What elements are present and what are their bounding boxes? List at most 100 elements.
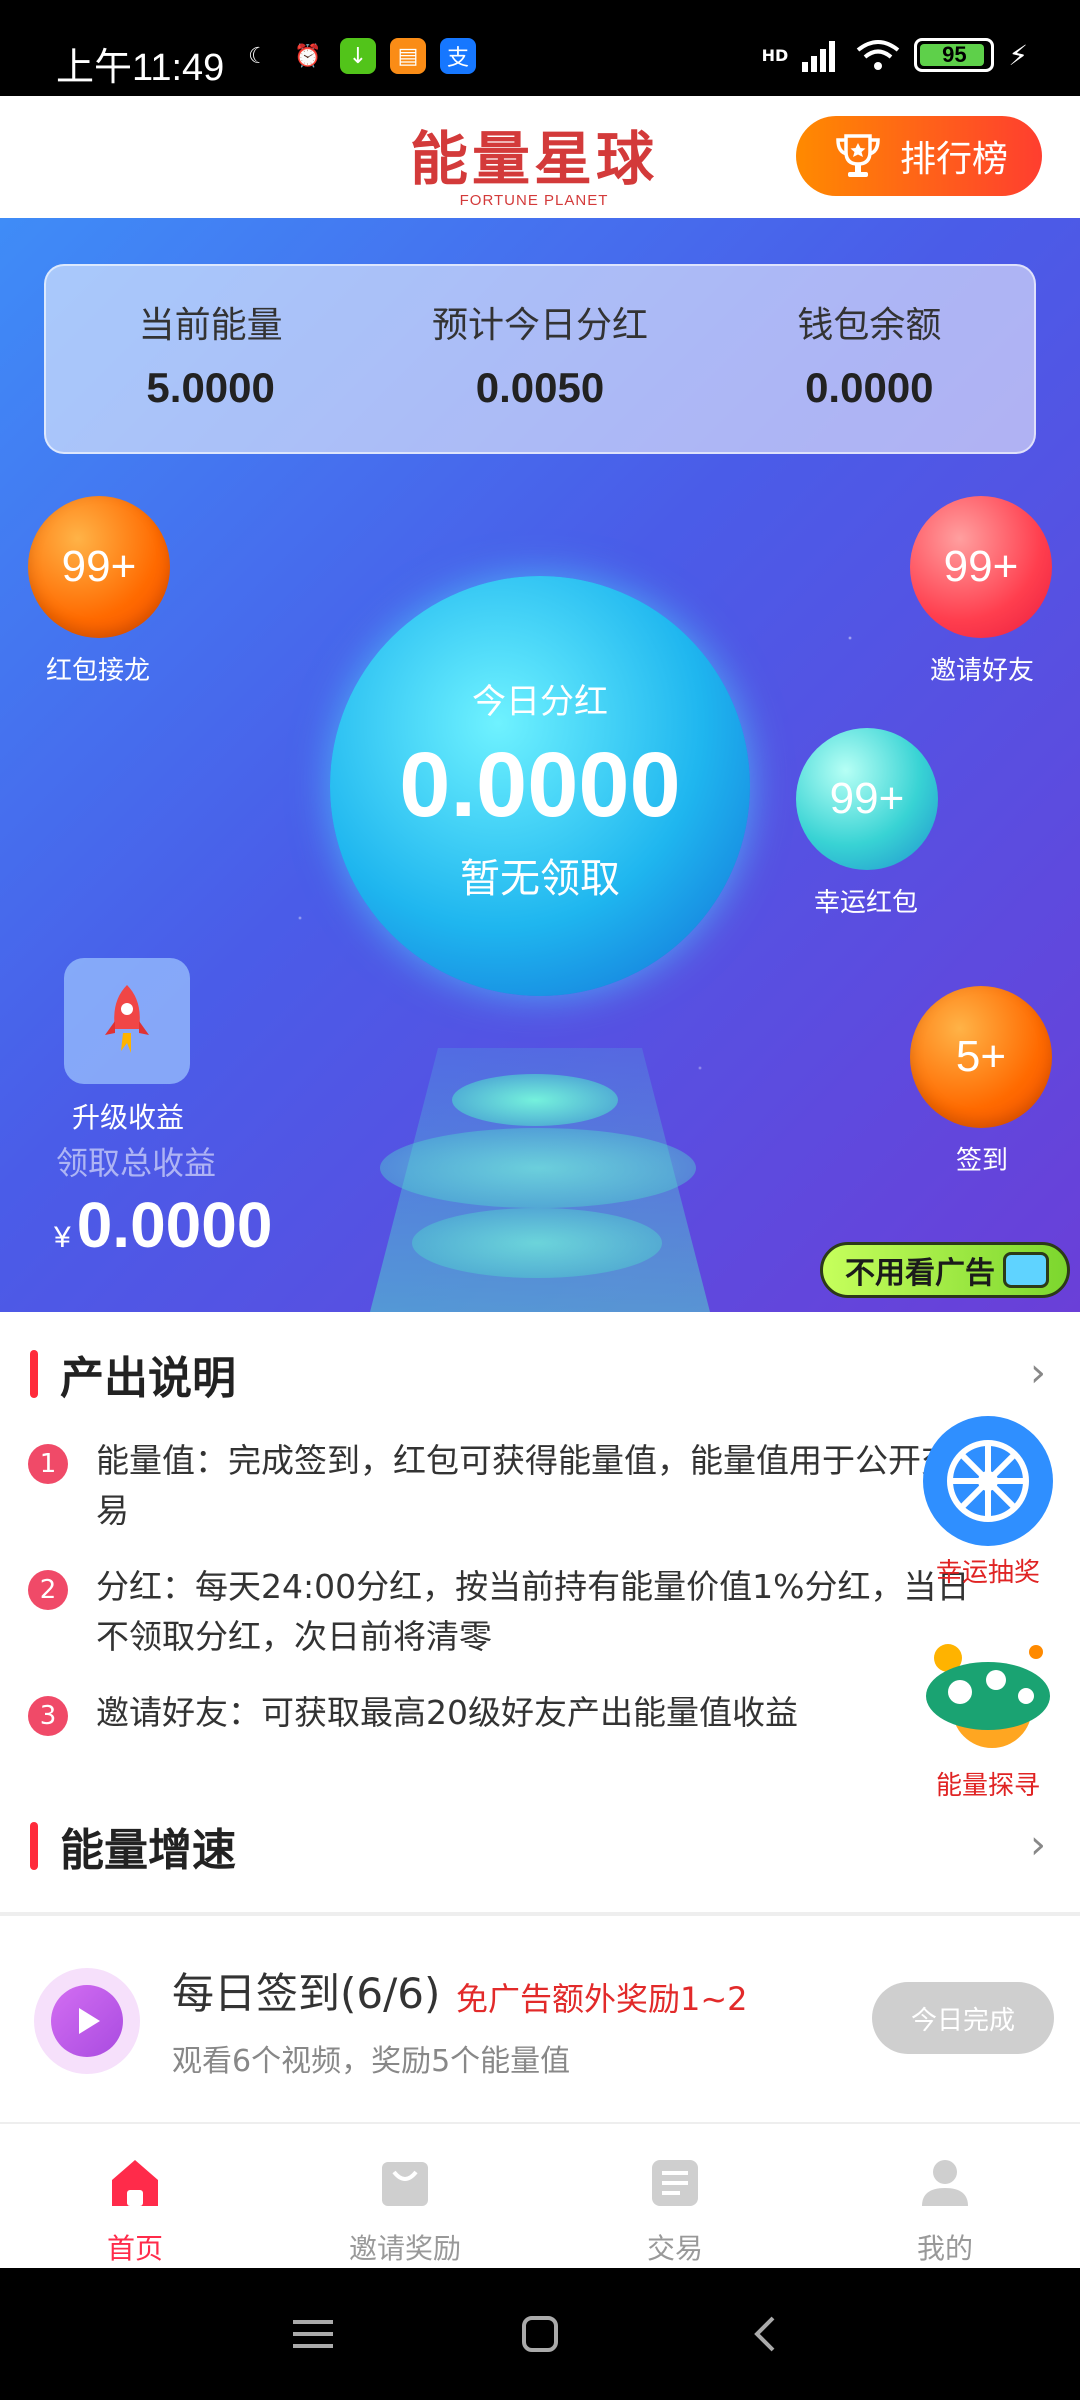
energy-hero-panel: 当前能量 5.0000 预计今日分红 0.0050 钱包余额 0.0000 99…: [0, 218, 1080, 1312]
today-dividend-status: 暂无领取: [460, 856, 620, 902]
home-icon: [112, 2160, 158, 2206]
tab-mine[interactable]: 我的: [810, 2124, 1080, 2268]
red-packet-relay-label: 红包接龙: [45, 656, 150, 686]
no-ad-button[interactable]: 不用看广告: [820, 1242, 1070, 1298]
moon-icon: ☾: [248, 43, 268, 69]
rocket-icon: [105, 985, 149, 1053]
stat-label: 钱包余额: [797, 305, 942, 346]
leaderboard-label: 排行榜: [899, 139, 1008, 180]
total-earnings: ¥0.0000: [54, 1188, 272, 1262]
tv-icon: [1003, 1252, 1049, 1288]
chevron-right-icon[interactable]: ›: [1030, 1350, 1046, 1396]
play-icon: [79, 2008, 100, 2034]
bubble-count: 99+: [943, 542, 1019, 591]
total-earnings-label: 领取总收益: [56, 1144, 217, 1182]
app-header: 能量星球 FORTUNE PLANET 排行榜: [0, 96, 1080, 218]
total-earnings-value: 0.0000: [76, 1189, 273, 1261]
upgrade-earnings-label: 升级收益: [71, 1101, 184, 1134]
status-time: 上午11:49: [56, 47, 225, 89]
beam-ring: [380, 1128, 696, 1208]
list-item: 2 分红：每天24:00分红，按当前持有能量价值1%分红，当日不领取分红，次日前…: [28, 1562, 1028, 1662]
item-text: 分红：每天24:00分红，按当前持有能量价值1%分红，当日不领取分红，次日前将清…: [96, 1567, 970, 1656]
tab-label: 交易: [646, 2232, 703, 2265]
upgrade-earnings-button[interactable]: [64, 958, 190, 1084]
menu-icon[interactable]: [291, 2314, 335, 2354]
sign-in-label: 签到: [955, 1146, 1008, 1176]
item-number: 1: [28, 1444, 68, 1484]
bottom-tab-bar: 首页 邀请奖励 交易 我的: [0, 2122, 1080, 2268]
back-icon[interactable]: [745, 2312, 789, 2356]
bubble-count: 99+: [61, 542, 137, 591]
alarm-icon: ⏰: [294, 43, 322, 69]
speed-section-title: 能量增速: [60, 1825, 236, 1876]
stat-estimated-dividend: 预计今日分红 0.0050: [375, 266, 704, 452]
lucky-draw-label: 幸运抽奖: [935, 1558, 1040, 1588]
item-number: 3: [28, 1696, 68, 1736]
system-navigation-bar: [0, 2268, 1080, 2400]
battery-indicator: 95: [914, 38, 995, 72]
today-dividend-ball[interactable]: 今日分红 0.0000 暂无领取: [330, 576, 750, 996]
today-dividend-title: 今日分红: [472, 682, 608, 722]
red-packet-relay-bubble[interactable]: 99+: [28, 496, 170, 638]
stat-label: 当前能量: [138, 305, 283, 346]
task-title: 每日签到(6/6): [172, 1969, 441, 2018]
item-text: 能量值：完成签到，红包可获得能量值，能量值用于公开交易: [96, 1441, 954, 1530]
play-video-button[interactable]: [34, 1968, 140, 2074]
trophy-icon: [836, 134, 880, 177]
bubble-count: 5+: [955, 1032, 1007, 1081]
tab-label: 首页: [106, 2232, 163, 2265]
stat-label: 预计今日分红: [431, 305, 648, 346]
stat-value: 0.0050: [475, 364, 605, 411]
no-ad-label: 不用看广告: [845, 1256, 995, 1291]
bubble-count: 99+: [829, 774, 905, 823]
invite-friends-bubble[interactable]: 99+: [910, 496, 1052, 638]
leaderboard-button[interactable]: 排行榜: [796, 116, 1042, 196]
speed-section-header[interactable]: 能量增速: [30, 1814, 236, 1878]
task-complete-button[interactable]: 今日完成: [872, 1982, 1054, 2054]
beam-ring: [452, 1074, 618, 1126]
tab-label: 我的: [916, 2232, 973, 2265]
status-notification-icons: ☾ ⏰ ↓ ▤ 支: [240, 38, 476, 74]
tab-label: 邀请奖励: [348, 2232, 461, 2265]
download-app-icon: ↓: [340, 38, 376, 74]
alipay-icon: 支: [440, 38, 476, 74]
battery-level: 95: [942, 42, 967, 67]
app-logo: 能量星球 FORTUNE PLANET: [410, 112, 658, 209]
tab-home[interactable]: 首页: [0, 2124, 270, 2268]
energy-stats-card: 当前能量 5.0000 预计今日分红 0.0050 钱包余额 0.0000: [44, 264, 1036, 454]
beam-ring: [412, 1208, 662, 1278]
list-icon: [652, 2160, 698, 2206]
planet-mushroom-icon: [926, 1644, 1050, 1748]
sign-in-bubble[interactable]: 5+: [910, 986, 1052, 1128]
list-item: 3 邀请好友：可获取最高20级好友产出能量值收益: [28, 1688, 1028, 1738]
lucky-draw-button[interactable]: 幸运抽奖: [918, 1416, 1058, 1589]
task-description: 观看6个视频，奖励5个能量值: [172, 2044, 571, 2079]
daily-sign-in-task: 每日签到(6/6) 免广告额外奖励1~2 观看6个视频，奖励5个能量值 今日完成: [0, 1916, 1080, 2122]
charging-icon: ⚡: [1008, 38, 1028, 72]
signal-icon: [802, 41, 836, 72]
status-system-icons: HD 95 ⚡: [762, 38, 1028, 72]
item-number: 2: [28, 1570, 68, 1610]
chevron-right-icon[interactable]: ›: [1030, 1822, 1046, 1868]
bag-icon: [382, 2162, 428, 2206]
tab-trade[interactable]: 交易: [540, 2124, 810, 2268]
lucky-red-packet-bubble[interactable]: 99+: [796, 728, 938, 870]
output-section-title: 产出说明: [60, 1353, 236, 1404]
wheel-icon: [923, 1416, 1053, 1546]
energy-explore-button[interactable]: 能量探寻: [918, 1638, 1058, 1802]
currency-symbol: ¥: [54, 1221, 71, 1254]
status-bar: 上午11:49 ☾ ⏰ ↓ ▤ 支 HD 95 ⚡: [0, 0, 1080, 96]
hd-label: HD: [761, 45, 789, 65]
energy-explore-label: 能量探寻: [935, 1771, 1040, 1801]
list-item: 1 能量值：完成签到，红包可获得能量值，能量值用于公开交易: [28, 1436, 1028, 1536]
lucky-red-packet-label: 幸运红包: [813, 888, 918, 918]
stat-value: 5.0000: [146, 364, 275, 411]
output-section-header[interactable]: 产出说明: [30, 1342, 236, 1406]
item-text: 邀请好友：可获取最高20级好友产出能量值收益: [96, 1693, 798, 1732]
home-nav-icon[interactable]: [518, 2312, 562, 2356]
message-app-icon: ▤: [390, 38, 426, 74]
tab-invite-rewards[interactable]: 邀请奖励: [270, 2124, 540, 2268]
stat-value: 0.0000: [805, 364, 934, 411]
today-dividend-value: 0.0000: [399, 734, 681, 836]
user-icon: [922, 2160, 968, 2206]
